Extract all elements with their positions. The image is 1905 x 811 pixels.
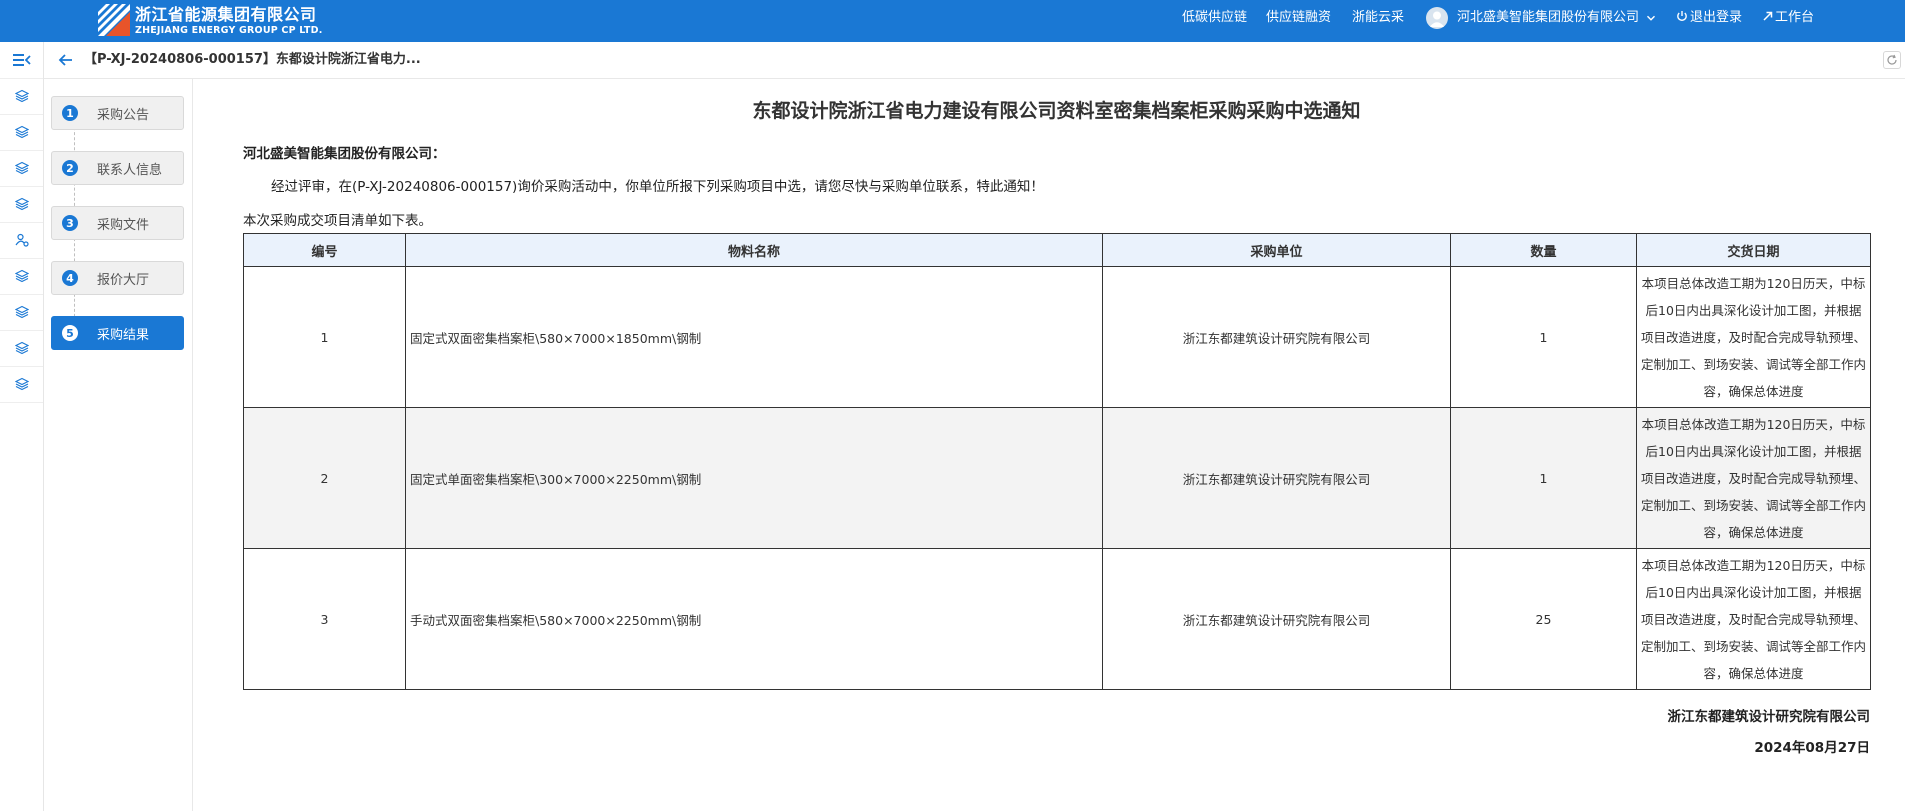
top-bar: 浙江省能源集团有限公司 ZHEJIANG ENERGY GROUP CP LTD… (0, 0, 1905, 42)
layers-icon (14, 161, 29, 175)
step-number: 2 (62, 160, 78, 176)
rail-item-7[interactable] (0, 294, 43, 331)
rail-menu-toggle[interactable] (0, 42, 43, 79)
step-number: 3 (62, 215, 78, 231)
chevron-down-icon (1647, 15, 1656, 21)
column-header-no: 编号 (243, 233, 406, 267)
notice-recipient: 河北盛美智能集团股份有限公司： (243, 146, 446, 162)
table-row: 3 手动式双面密集档案柜\580×7000×2250mm\钢制 浙江东都建筑设计… (243, 548, 1871, 690)
cell-qty: 1 (1450, 266, 1637, 408)
left-icon-rail (0, 42, 44, 811)
cell-unit: 浙江东都建筑设计研究院有限公司 (1102, 266, 1451, 408)
procurement-steps: 1 采购公告 2 联系人信息 3 采购文件 4 报价大厅 5 采购结果 (44, 79, 193, 811)
notice-body: 经过评审，在(P-XJ-20240806-000157)询价采购活动中，你单位所… (271, 179, 1044, 195)
refresh-icon (1887, 54, 1897, 65)
cell-material: 固定式双面密集档案柜\580×7000×1850mm\钢制 (405, 266, 1103, 408)
power-icon (1677, 11, 1687, 22)
layers-icon (14, 269, 29, 283)
cell-qty: 25 (1450, 548, 1637, 690)
user-settings-icon (15, 233, 29, 247)
awarded-items-table: 编号 物料名称 采购单位 数量 交货日期 1 固定式双面密集档案柜\580×70… (243, 233, 1871, 690)
rail-item-8[interactable] (0, 330, 43, 367)
layers-icon (14, 377, 29, 391)
layers-icon (14, 197, 29, 211)
company-dropdown[interactable]: 河北盛美智能集团股份有限公司 (1457, 0, 1656, 36)
step-number: 5 (62, 325, 78, 341)
page-title: 【P-XJ-20240806-000157】东都设计院浙江省电力... (84, 52, 421, 67)
column-header-material: 物料名称 (405, 233, 1103, 267)
workbench-label: 工作台 (1775, 10, 1815, 25)
step-procurement-files[interactable]: 3 采购文件 (51, 206, 184, 240)
rail-item-6[interactable] (0, 258, 43, 295)
step-quotation-hall[interactable]: 4 报价大厅 (51, 261, 184, 295)
user-avatar-icon[interactable] (1426, 7, 1448, 29)
refresh-button[interactable] (1883, 51, 1901, 69)
step-procurement-notice[interactable]: 1 采购公告 (51, 96, 184, 130)
cell-no: 1 (243, 266, 406, 408)
workbench-link[interactable]: 工作台 (1762, 0, 1814, 36)
step-label: 联系人信息 (97, 162, 163, 178)
step-procurement-result[interactable]: 5 采购结果 (51, 316, 184, 350)
cell-unit: 浙江东都建筑设计研究院有限公司 (1102, 548, 1451, 690)
page-header: 【P-XJ-20240806-000157】东都设计院浙江省电力... (44, 42, 1905, 79)
rail-item-4[interactable] (0, 186, 43, 223)
nav-low-carbon-supply-chain[interactable]: 低碳供应链 (1182, 0, 1247, 36)
table-header-row: 编号 物料名称 采购单位 数量 交货日期 (243, 233, 1871, 267)
cell-delivery: 本项目总体改造工期为120日历天，中标后10日内出具深化设计加工图，并根据项目改… (1636, 266, 1871, 408)
cell-no: 2 (243, 407, 406, 549)
notice-title: 东都设计院浙江省电力建设有限公司资料室密集档案柜采购采购中选通知 (752, 100, 1361, 122)
nav-supply-chain-finance[interactable]: 供应链融资 (1266, 0, 1331, 36)
notice-date: 2024年08月27日 (1754, 740, 1870, 756)
layers-icon (14, 341, 29, 355)
logout-button[interactable]: 退出登录 (1676, 0, 1742, 36)
step-label: 采购结果 (97, 327, 150, 343)
column-header-delivery: 交货日期 (1636, 233, 1871, 267)
menu-collapse-icon (12, 54, 31, 66)
back-arrow-icon[interactable] (58, 52, 74, 68)
step-number: 4 (62, 270, 78, 286)
rail-item-user-settings[interactable] (0, 222, 43, 259)
cell-material: 固定式单面密集档案柜\300×7000×2250mm\钢制 (405, 407, 1103, 549)
cell-delivery: 本项目总体改造工期为120日历天，中标后10日内出具深化设计加工图，并根据项目改… (1636, 407, 1871, 549)
column-header-unit: 采购单位 (1102, 233, 1451, 267)
table-row: 1 固定式双面密集档案柜\580×7000×1850mm\钢制 浙江东都建筑设计… (243, 266, 1871, 408)
table-row: 2 固定式单面密集档案柜\300×7000×2250mm\钢制 浙江东都建筑设计… (243, 407, 1871, 549)
layers-icon (14, 305, 29, 319)
step-label: 采购公告 (97, 107, 150, 123)
step-label: 报价大厅 (97, 272, 150, 288)
brand-name-en: ZHEJIANG ENERGY GROUP CP LTD. (135, 25, 323, 36)
step-label: 采购文件 (97, 217, 150, 233)
rail-item-1[interactable] (0, 78, 43, 115)
rail-item-3[interactable] (0, 150, 43, 187)
notice-signatory: 浙江东都建筑设计研究院有限公司 (1667, 709, 1871, 725)
notice-intro: 本次采购成交项目清单如下表。 (243, 213, 432, 229)
layers-icon (14, 125, 29, 139)
cell-unit: 浙江东都建筑设计研究院有限公司 (1102, 407, 1451, 549)
company-logo-icon (96, 2, 132, 40)
step-number: 1 (62, 105, 78, 121)
layers-icon (14, 89, 29, 103)
logout-label: 退出登录 (1690, 10, 1743, 25)
cell-qty: 1 (1450, 407, 1637, 549)
nav-zheneng-cloud-purchase[interactable]: 浙能云采 (1352, 0, 1404, 36)
arrow-up-right-icon (1763, 11, 1773, 21)
rail-item-9[interactable] (0, 366, 43, 403)
rail-item-2[interactable] (0, 114, 43, 151)
column-header-qty: 数量 (1450, 233, 1637, 267)
brand-name-cn: 浙江省能源集团有限公司 (135, 5, 317, 24)
cell-material: 手动式双面密集档案柜\580×7000×2250mm\钢制 (405, 548, 1103, 690)
cell-no: 3 (243, 548, 406, 690)
company-name: 河北盛美智能集团股份有限公司 (1457, 10, 1640, 25)
cell-delivery: 本项目总体改造工期为120日历天，中标后10日内出具深化设计加工图，并根据项目改… (1636, 548, 1871, 690)
step-contact-info[interactable]: 2 联系人信息 (51, 151, 184, 185)
